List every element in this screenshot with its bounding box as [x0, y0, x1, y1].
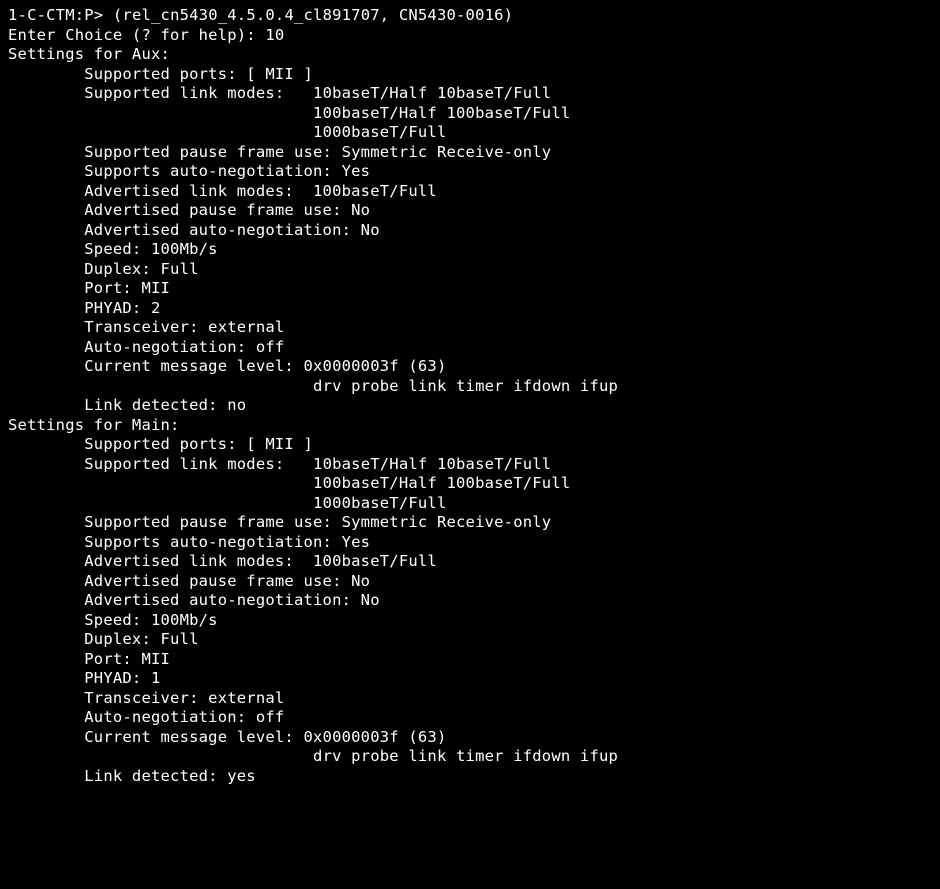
terminal-output: 1-C-CTM:P> (rel_cn5430_4.5.0.4_cl891707,…: [0, 0, 940, 792]
indent: [8, 435, 84, 453]
aux-supports-autoneg: Supports auto-negotiation: Yes: [84, 162, 370, 180]
main-advertised-autoneg: Advertised auto-negotiation: No: [84, 591, 380, 609]
indent: [8, 162, 84, 180]
aux-supported-pause: Supported pause frame use: Symmetric Rec…: [84, 143, 551, 161]
aux-supported-link-modes-2: 100baseT/Half 100baseT/Full: [313, 104, 570, 122]
aux-duplex: Duplex: Full: [84, 260, 198, 278]
aux-advertised-autoneg: Advertised auto-negotiation: No: [84, 221, 380, 239]
indent: [8, 338, 84, 356]
indent: [8, 455, 84, 473]
prompt-line: 1-C-CTM:P> (rel_cn5430_4.5.0.4_cl891707,…: [8, 6, 513, 24]
indent: [8, 572, 84, 590]
main-phyad: PHYAD: 1: [84, 669, 160, 687]
indent: [8, 143, 84, 161]
indent: [8, 513, 84, 531]
main-supports-autoneg: Supports auto-negotiation: Yes: [84, 533, 370, 551]
indent: [8, 260, 84, 278]
aux-phyad: PHYAD: 2: [84, 299, 160, 317]
aux-link-detected: Link detected: no: [84, 396, 246, 414]
indent: [8, 279, 84, 297]
aux-supported-ports: Supported ports: [ MII ]: [84, 65, 313, 83]
indent: [8, 201, 84, 219]
aux-advertised-pause: Advertised pause frame use: No: [84, 201, 370, 219]
indent: [8, 494, 313, 512]
indent: [8, 182, 84, 200]
aux-transceiver: Transceiver: external: [84, 318, 284, 336]
main-msg-level-flags: drv probe link timer ifdown ifup: [313, 747, 618, 765]
prompt-prefix: 1-C-CTM:P>: [8, 6, 103, 24]
indent: [8, 591, 84, 609]
aux-supported-link-modes-label: Supported link modes:: [84, 84, 284, 102]
indent: [8, 299, 84, 317]
main-advertised-pause: Advertised pause frame use: No: [84, 572, 370, 590]
main-duplex: Duplex: Full: [84, 630, 198, 648]
main-supported-link-modes-label: Supported link modes:: [84, 455, 284, 473]
indent: [8, 357, 84, 375]
main-link-detected: Link detected: yes: [84, 767, 256, 785]
main-port: Port: MII: [84, 650, 170, 668]
aux-autoneg: Auto-negotiation: off: [84, 338, 284, 356]
enter-choice-label: Enter Choice (? for help):: [8, 26, 256, 44]
aux-supported-link-modes-3: 1000baseT/Full: [313, 123, 446, 141]
main-msg-level: Current message level: 0x0000003f (63): [84, 728, 446, 746]
enter-choice-line: Enter Choice (? for help): 10: [8, 26, 284, 44]
aux-speed: Speed: 100Mb/s: [84, 240, 217, 258]
banner: (rel_cn5430_4.5.0.4_cl891707, CN5430-001…: [113, 6, 513, 24]
main-autoneg: Auto-negotiation: off: [84, 708, 284, 726]
indent: [8, 650, 84, 668]
indent: [8, 377, 313, 395]
indent: [8, 669, 84, 687]
indent: [8, 84, 84, 102]
enter-choice-value[interactable]: 10: [265, 26, 284, 44]
indent: [8, 630, 84, 648]
indent: [8, 767, 84, 785]
aux-supported-link-modes-1: 10baseT/Half 10baseT/Full: [313, 84, 551, 102]
indent: [8, 728, 84, 746]
indent: [8, 533, 84, 551]
indent: [8, 123, 313, 141]
indent: [8, 689, 84, 707]
main-supported-link-modes-2: 100baseT/Half 100baseT/Full: [313, 474, 570, 492]
main-speed: Speed: 100Mb/s: [84, 611, 217, 629]
indent: [8, 611, 84, 629]
indent: [8, 747, 313, 765]
main-supported-link-modes-1: 10baseT/Half 10baseT/Full: [313, 455, 551, 473]
main-transceiver: Transceiver: external: [84, 689, 284, 707]
aux-advertised-link-modes: Advertised link modes: 100baseT/Full: [84, 182, 437, 200]
indent: [8, 240, 84, 258]
aux-msg-level-flags: drv probe link timer ifdown ifup: [313, 377, 618, 395]
indent: [8, 65, 84, 83]
indent: [8, 396, 84, 414]
indent: [8, 104, 313, 122]
main-supported-ports: Supported ports: [ MII ]: [84, 435, 313, 453]
indent: [8, 318, 84, 336]
aux-header: Settings for Aux:: [8, 45, 170, 63]
indent: [8, 221, 84, 239]
main-header: Settings for Main:: [8, 416, 180, 434]
main-supported-link-modes-3: 1000baseT/Full: [313, 494, 446, 512]
aux-msg-level: Current message level: 0x0000003f (63): [84, 357, 446, 375]
aux-port: Port: MII: [84, 279, 170, 297]
indent: [8, 708, 84, 726]
main-advertised-link-modes: Advertised link modes: 100baseT/Full: [84, 552, 437, 570]
indent: [8, 552, 84, 570]
main-supported-pause: Supported pause frame use: Symmetric Rec…: [84, 513, 551, 531]
indent: [8, 474, 313, 492]
